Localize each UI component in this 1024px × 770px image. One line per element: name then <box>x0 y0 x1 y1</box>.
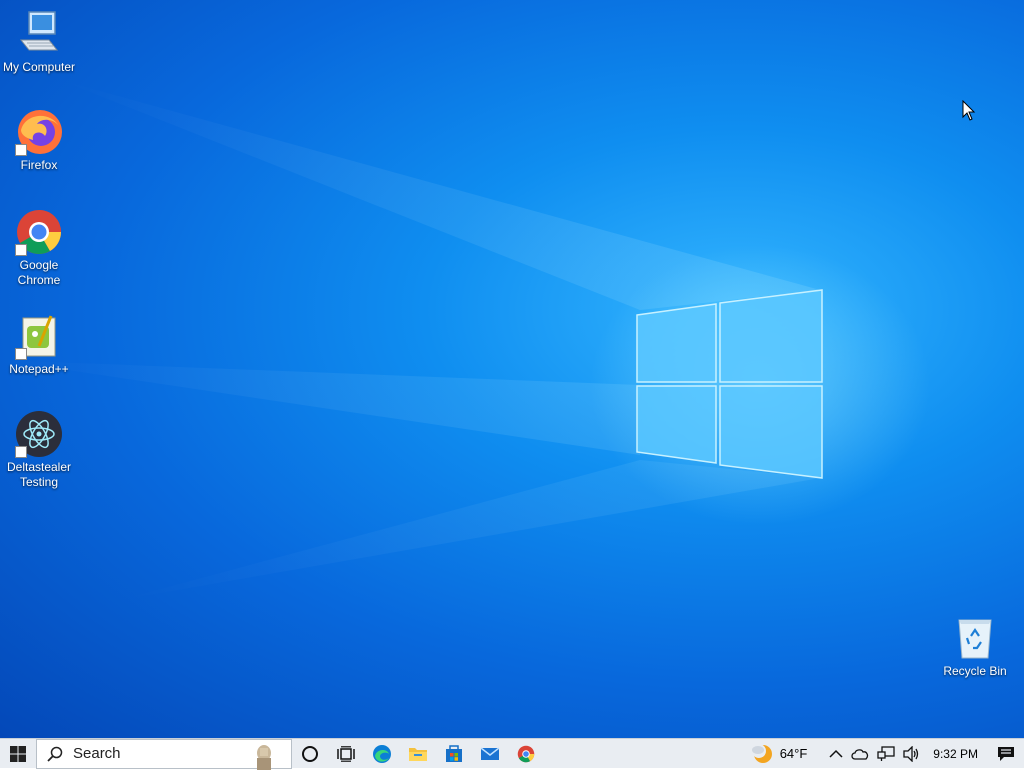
taskbar-mail-button[interactable] <box>472 739 508 769</box>
file-explorer-icon <box>409 747 427 761</box>
taskbar: Search 64°F 9:32 PM <box>0 738 1024 770</box>
speaker-icon <box>903 745 919 762</box>
electron-app-icon <box>15 410 63 458</box>
cortana-button[interactable] <box>292 739 328 769</box>
cortana-icon <box>302 745 318 762</box>
desktop-icon-label: Notepad++ <box>9 362 69 376</box>
desktop-icon-google-chrome[interactable]: Google Chrome <box>0 208 78 288</box>
taskbar-edge-button[interactable] <box>364 739 400 769</box>
mouse-cursor-icon <box>962 100 976 121</box>
firefox-icon <box>15 108 63 156</box>
weather-temperature: 64°F <box>779 746 808 761</box>
taskbar-file-explorer-button[interactable] <box>400 739 436 769</box>
store-icon <box>446 744 462 762</box>
shortcut-arrow-icon <box>15 244 27 256</box>
weather-moon-cloud-icon <box>751 743 772 763</box>
chrome-icon <box>517 745 535 762</box>
desktop-icon-label: Firefox <box>20 158 58 172</box>
show-hidden-icons-button[interactable] <box>825 739 847 769</box>
search-highlight-icon <box>257 744 271 770</box>
shortcut-arrow-icon <box>15 144 27 156</box>
desktop-icon-label: My Computer <box>2 60 76 74</box>
desktop-icon-firefox[interactable]: Firefox <box>0 108 78 173</box>
desktop-icon-deltastealer-testing[interactable]: Deltastealer Testing <box>0 410 78 490</box>
taskbar-chrome-button[interactable] <box>508 739 544 769</box>
desktop[interactable]: My Computer Firefox Google Chrome Notepa… <box>0 0 1024 738</box>
taskbar-store-button[interactable] <box>436 739 472 769</box>
system-tray: 64°F 9:32 PM <box>746 739 1024 769</box>
desktop-icon-recycle-bin[interactable]: Recycle Bin <box>936 614 1014 679</box>
notification-icon <box>998 746 1014 761</box>
network-button[interactable] <box>873 739 899 769</box>
desktop-icon-label: Recycle Bin <box>943 664 1007 678</box>
cloud-icon <box>851 748 869 760</box>
recycle-bin-icon <box>951 614 999 662</box>
chevron-up-icon <box>829 749 843 758</box>
computer-icon <box>15 10 63 58</box>
wallpaper <box>0 80 930 600</box>
windows-start-icon <box>10 745 26 762</box>
search-icon <box>47 746 63 762</box>
edge-icon <box>373 744 391 763</box>
search-placeholder: Search <box>73 745 121 762</box>
task-view-icon <box>337 745 355 762</box>
network-icon <box>877 745 895 761</box>
desktop-icon-label: Google Chrome <box>17 258 61 287</box>
taskbar-clock[interactable]: 9:32 PM <box>925 747 988 761</box>
action-center-button[interactable] <box>988 739 1024 769</box>
desktop-icon-notepadpp[interactable]: Notepad++ <box>0 312 78 377</box>
shortcut-arrow-icon <box>15 348 27 360</box>
chrome-icon <box>15 208 63 256</box>
volume-button[interactable] <box>899 739 925 769</box>
notepadpp-icon <box>15 312 63 360</box>
onedrive-button[interactable] <box>847 739 873 769</box>
start-button[interactable] <box>0 739 36 769</box>
task-view-button[interactable] <box>328 739 364 769</box>
mail-icon <box>480 746 500 760</box>
shortcut-arrow-icon <box>15 446 27 458</box>
taskbar-search-box[interactable]: Search <box>36 738 292 770</box>
desktop-icon-label: Deltastealer Testing <box>6 460 72 489</box>
weather-widget[interactable]: 64°F <box>746 739 812 769</box>
desktop-icon-my-computer[interactable]: My Computer <box>0 10 78 75</box>
